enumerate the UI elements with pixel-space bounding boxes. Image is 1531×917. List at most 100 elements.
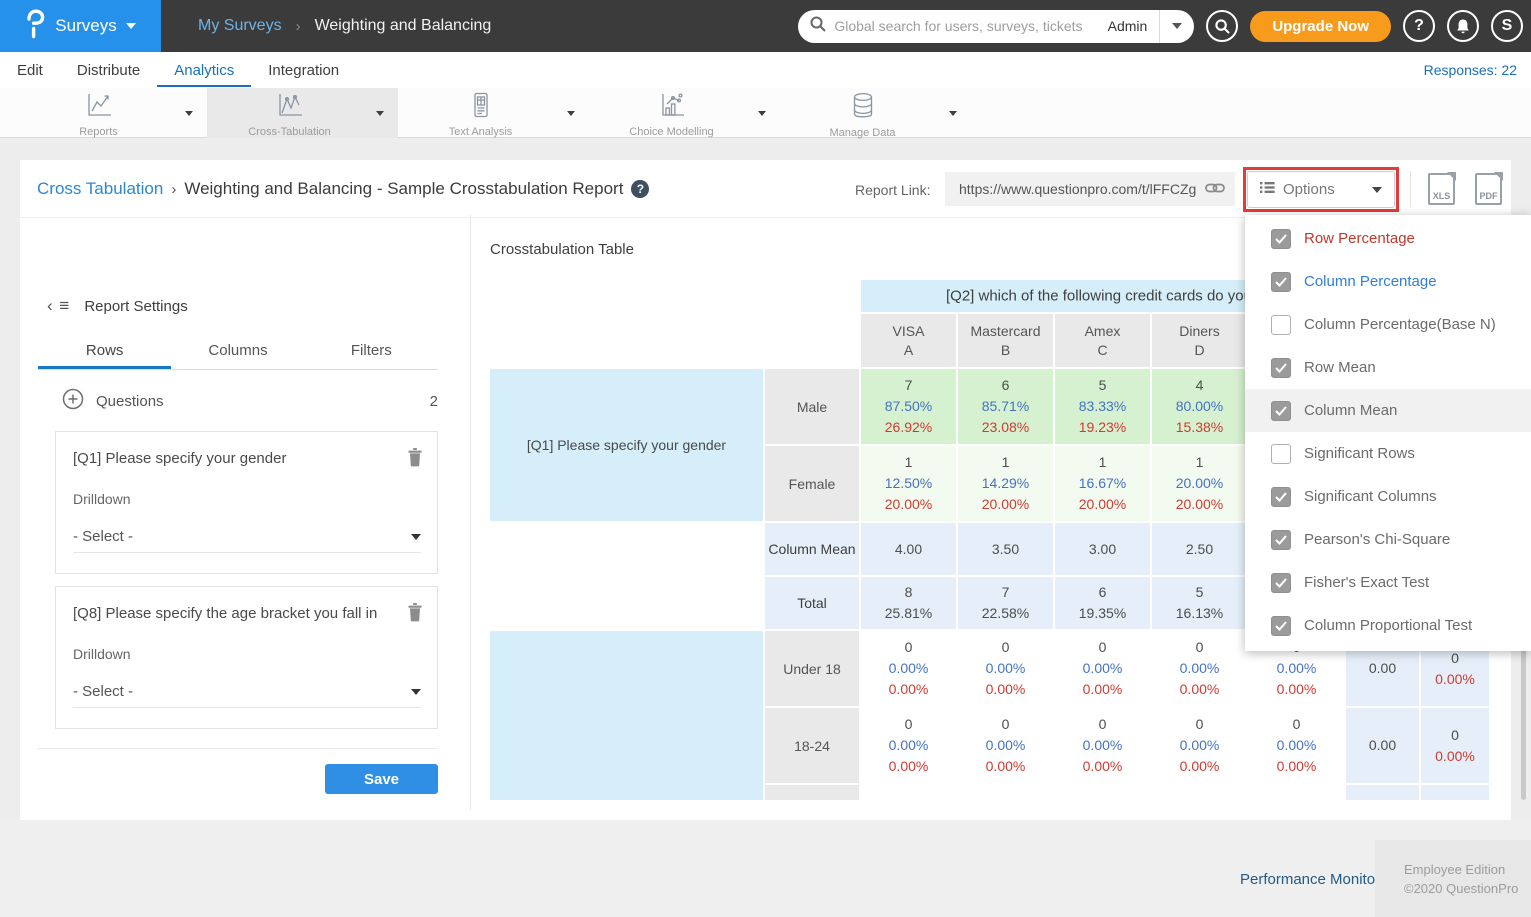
report-help-icon[interactable]: ?	[631, 180, 649, 198]
data-cell: 516.13%	[1152, 577, 1247, 629]
collapse-panel-icon[interactable]: ‹ ≡	[47, 296, 70, 316]
edition-block: Employee Edition ©2020 QuestionPro	[1375, 840, 1531, 917]
toolbar-item-reports[interactable]: Reports	[16, 88, 207, 138]
breadcrumb-current: Weighting and Balancing	[315, 17, 492, 35]
toolbar-item-label: Choice Modelling	[629, 126, 713, 138]
option-column-percentage-base-n[interactable]: Column Percentage(Base N)	[1245, 303, 1531, 346]
help-button[interactable]: ?	[1403, 10, 1435, 42]
option-row-mean[interactable]: Row Mean	[1245, 346, 1531, 389]
tab-filters[interactable]: Filters	[305, 334, 438, 369]
line-chart-icon	[85, 92, 113, 123]
option-column-percentage[interactable]: Column Percentage	[1245, 260, 1531, 303]
drilldown-select[interactable]: - Select -	[73, 676, 421, 708]
option-fishers-exact-test[interactable]: Fisher's Exact Test	[1245, 561, 1531, 604]
option-significant-rows[interactable]: Significant Rows	[1245, 432, 1531, 475]
toolbar-item-label: Manage Data	[829, 127, 895, 139]
notifications-button[interactable]	[1447, 10, 1479, 42]
report-link-url[interactable]: https://www.questionpro.com/t/lFFCZg	[959, 181, 1205, 197]
col-header-amex: AmexC	[1055, 314, 1150, 367]
save-button[interactable]: Save	[325, 764, 438, 794]
chevron-down-icon	[1372, 187, 1382, 193]
add-question-icon[interactable]	[62, 388, 84, 414]
options-button[interactable]: Options	[1247, 171, 1395, 208]
data-cell: 619.35%	[1055, 577, 1150, 629]
data-cell: 2.50	[1152, 523, 1247, 575]
chevron-down-icon[interactable]	[949, 111, 957, 116]
tab-distribute[interactable]: Distribute	[60, 54, 157, 87]
checkbox[interactable]	[1271, 487, 1291, 507]
data-cell: 4.00	[861, 523, 956, 575]
breadcrumb: My Surveys › Weighting and Balancing	[198, 17, 491, 35]
chevron-down-icon[interactable]	[376, 111, 384, 116]
global-search-input[interactable]	[826, 18, 1107, 34]
search-scope-label[interactable]: Admin	[1108, 18, 1160, 34]
chevron-down-icon[interactable]	[758, 111, 766, 116]
checkbox[interactable]	[1271, 530, 1291, 550]
col-header-mastercard: MastercardB	[958, 314, 1053, 367]
cross-tabulation-link[interactable]: Cross Tabulation	[37, 179, 163, 199]
option-pearsons-chi-square[interactable]: Pearson's Chi-Square	[1245, 518, 1531, 561]
breadcrumb-separator: ›	[171, 181, 176, 198]
question-text: [Q8] Please specify the age bracket you …	[73, 605, 421, 622]
product-switcher[interactable]: Surveys	[0, 0, 161, 52]
chevron-down-icon[interactable]	[567, 111, 575, 116]
report-breadcrumb: Cross Tabulation › Weighting and Balanci…	[37, 179, 649, 199]
toolbar-item-choice-modelling[interactable]: Choice Modelling	[589, 88, 780, 138]
data-cell: 00.00%0.00%	[1055, 708, 1150, 783]
row-label: Column Mean	[765, 523, 859, 575]
checkbox[interactable]	[1271, 444, 1291, 464]
upgrade-now-button[interactable]: Upgrade Now	[1250, 11, 1391, 42]
product-label: Surveys	[55, 16, 116, 36]
toolbar-item-label: Text Analysis	[449, 126, 513, 138]
link-icon[interactable]	[1205, 181, 1225, 198]
delete-icon[interactable]	[407, 603, 423, 627]
toolbar-item-manage-data[interactable]: Manage Data	[780, 88, 971, 138]
questions-row[interactable]: Questions 2	[62, 388, 438, 414]
checkbox[interactable]	[1271, 358, 1291, 378]
search-submit-button[interactable]	[1206, 10, 1238, 42]
tab-integration[interactable]: Integration	[251, 54, 356, 87]
option-column-proportional-test[interactable]: Column Proportional Test	[1245, 604, 1531, 647]
pdf-label: PDF	[1475, 191, 1502, 201]
search-scope-caret[interactable]	[1160, 10, 1194, 43]
export-xls-button[interactable]: XLS	[1428, 173, 1455, 205]
data-cell: 685.71%23.08%	[958, 369, 1053, 444]
breadcrumb-my-surveys[interactable]: My Surveys	[198, 17, 282, 35]
question-card-q8: [Q8] Please specify the age bracket you …	[55, 586, 438, 729]
tab-rows[interactable]: Rows	[38, 334, 171, 369]
drilldown-select[interactable]: - Select -	[73, 521, 421, 553]
edition-label: Employee Edition	[1404, 860, 1531, 879]
option-significant-columns[interactable]: Significant Columns	[1245, 475, 1531, 518]
data-cell: 00.00%0.00%	[958, 708, 1053, 783]
report-link-label: Report Link:	[855, 182, 930, 198]
chevron-down-icon	[411, 534, 421, 540]
option-column-mean[interactable]: Column Mean	[1245, 389, 1531, 432]
chevron-down-icon[interactable]	[185, 111, 193, 116]
top-bar: Surveys My Surveys › Weighting and Balan…	[0, 0, 1531, 52]
panel-divider	[470, 215, 471, 810]
bell-icon	[1455, 18, 1471, 35]
export-pdf-button[interactable]: PDF	[1475, 173, 1502, 205]
checkbox[interactable]	[1271, 272, 1291, 292]
checkbox[interactable]	[1271, 401, 1291, 421]
row-total-cell: 00.00%	[1421, 708, 1489, 783]
checkbox[interactable]	[1271, 229, 1291, 249]
report-link-field[interactable]: https://www.questionpro.com/t/lFFCZg	[945, 172, 1235, 206]
tab-analytics[interactable]: Analytics	[157, 54, 251, 87]
checkbox[interactable]	[1271, 573, 1291, 593]
tab-columns[interactable]: Columns	[171, 334, 304, 369]
toolbar-item-cross-tabulation[interactable]: Cross-Tabulation	[207, 88, 398, 138]
delete-icon[interactable]	[407, 448, 423, 472]
account-avatar[interactable]: S	[1491, 10, 1523, 42]
toolbar-item-text-analysis[interactable]: Text Analysis	[398, 88, 589, 138]
data-cell: 00.00%0.00%	[861, 708, 956, 783]
checkbox[interactable]	[1271, 315, 1291, 335]
question-card-q1: [Q1] Please specify your gender Drilldow…	[55, 431, 438, 574]
checkbox[interactable]	[1271, 616, 1291, 636]
document-icon	[467, 92, 495, 123]
global-search: Admin	[798, 10, 1194, 43]
option-row-percentage[interactable]: Row Percentage	[1245, 217, 1531, 260]
tab-edit[interactable]: Edit	[0, 54, 60, 87]
performance-monitor-link[interactable]: Performance Monitor	[1240, 871, 1380, 888]
data-cell: 00.00%0.00%	[861, 631, 956, 706]
